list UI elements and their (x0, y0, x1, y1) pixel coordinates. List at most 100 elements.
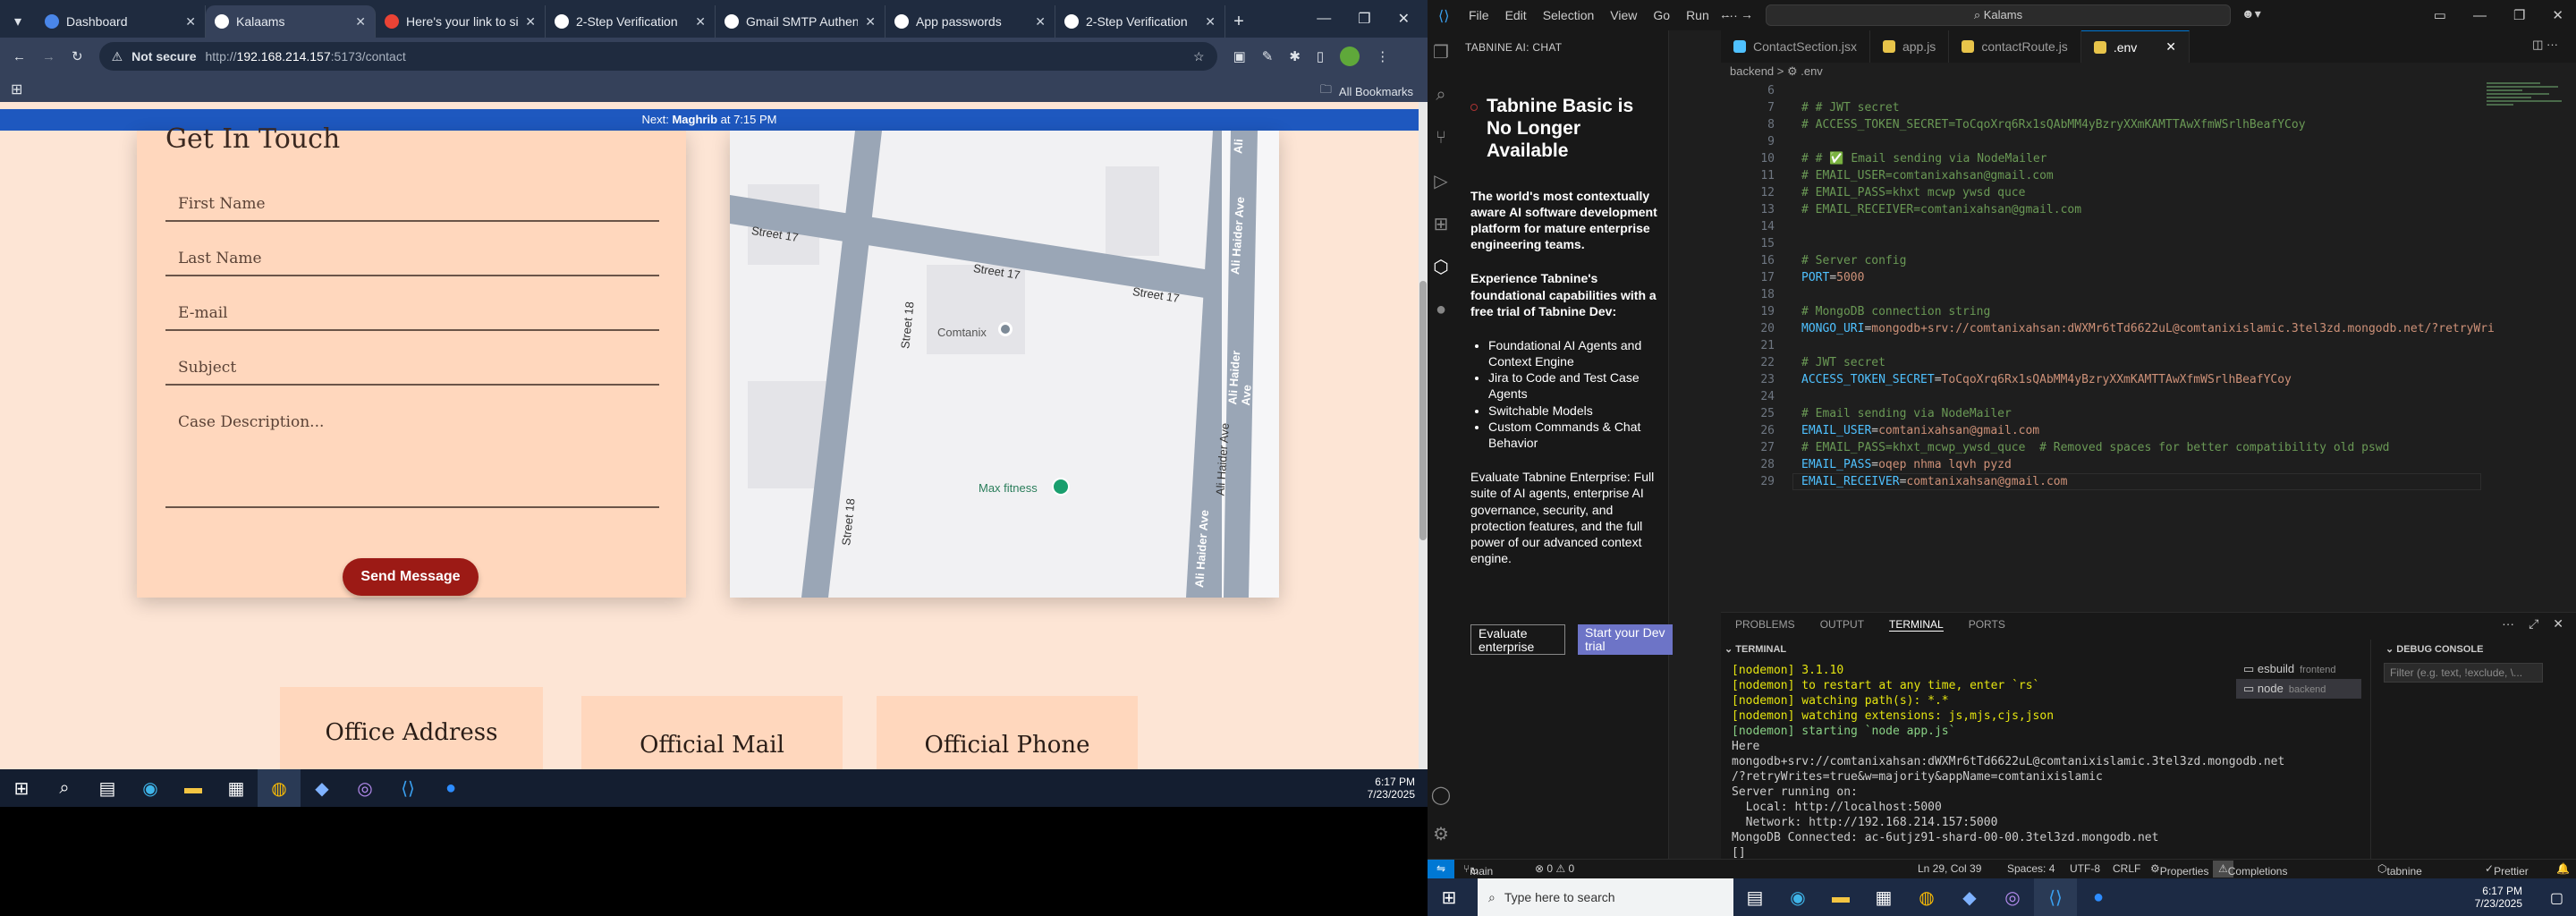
sidepanel-icon[interactable]: ▯ (1317, 48, 1324, 64)
panel-tab[interactable]: TERMINAL (1889, 618, 1944, 632)
minimize-icon[interactable]: — (2473, 8, 2487, 23)
menu-item[interactable]: Selection (1543, 8, 1595, 22)
nav-back-icon[interactable]: ← (1719, 7, 1732, 21)
properties-status[interactable]: ⚙ Properties (2150, 862, 2208, 878)
send-message-button[interactable]: Send Message (343, 558, 479, 596)
puzzle-icon[interactable]: ✱ (1289, 48, 1301, 64)
terminal-instance[interactable]: ▭ node backend (2236, 679, 2361, 699)
layout-icon[interactable]: ▭ (2434, 7, 2446, 23)
store-icon[interactable]: ▦ (1862, 878, 1905, 916)
taskbar-search-box[interactable]: ⌕ Type here to search (1478, 878, 1733, 916)
chrome-icon[interactable]: ◍ (258, 769, 301, 807)
github-icon[interactable]: ◎ (1991, 878, 2034, 916)
indentation[interactable]: Spaces: 4 (2007, 862, 2055, 875)
browser-tab[interactable]: 2-Step Verification ✕ (1055, 5, 1225, 38)
store-icon[interactable]: ▦ (215, 769, 258, 807)
back-arrow-icon[interactable]: ← (13, 49, 26, 64)
problems-status[interactable]: ⊗ 0 ⚠ 0 (1535, 862, 1574, 875)
windows-start-icon[interactable]: ⊞ (1428, 878, 1470, 916)
copilot-icon[interactable]: ☻▾ (2241, 6, 2261, 21)
kebab-menu-icon[interactable]: ⋮ (1376, 48, 1389, 64)
encoding[interactable]: UTF-8 (2070, 862, 2100, 875)
line-ending[interactable]: CRLF (2113, 862, 2140, 875)
command-center-search[interactable]: ⌕ Kalams (1766, 4, 2231, 26)
tabnine-icon[interactable]: ⬡ (1428, 245, 1454, 288)
start-dev-trial-button[interactable]: Start your Dev trial (1578, 624, 1673, 655)
edge-icon[interactable]: ◉ (1776, 878, 1819, 916)
prettier-status[interactable]: ✓ Prettier (2485, 862, 2529, 878)
notification-icon[interactable]: ▢ (2550, 889, 2563, 907)
run-debug-icon[interactable]: ▷ (1428, 159, 1454, 202)
pen-icon[interactable]: ✎ (1262, 48, 1274, 64)
browser-tab[interactable]: App passwords ✕ (886, 5, 1055, 38)
explorer-icon[interactable]: ▬ (172, 769, 215, 807)
forward-arrow-icon[interactable]: → (42, 49, 55, 64)
description-field[interactable]: Case Description... (165, 413, 659, 508)
zoom-icon[interactable]: ● (429, 769, 472, 807)
breadcrumb[interactable]: backend > ⚙ .env (1730, 64, 1823, 79)
extension-icon[interactable]: ▣ (1233, 48, 1246, 64)
edge-icon[interactable]: ◉ (129, 769, 172, 807)
browser-tab[interactable]: Dashboard ✕ (36, 5, 206, 38)
terminal-output[interactable]: [nodemon] 3.1.10 [nodemon] to restart at … (1732, 663, 2284, 861)
chrome-icon[interactable]: ◍ (1905, 878, 1948, 916)
url-text[interactable]: http://192.168.214.157:5173/contact (206, 49, 406, 64)
more-icon[interactable]: ··· (2502, 616, 2514, 632)
settings-gear-icon[interactable]: ⚙ (1428, 812, 1454, 855)
tab-close-icon[interactable]: ✕ (355, 14, 366, 30)
gym-pin-icon[interactable] (1052, 478, 1070, 496)
profile-avatar[interactable] (1340, 47, 1360, 66)
last-name-field[interactable]: Last Name (165, 250, 659, 276)
quota-status[interactable]: ⚠ Completions quota reached (2213, 861, 2287, 912)
browser-tab[interactable]: Here's your link to sig ✕ (376, 5, 546, 38)
debug-filter-input[interactable]: Filter (e.g. text, !exclude, \... (2384, 663, 2543, 683)
app-icon[interactable]: ◆ (301, 769, 343, 807)
close-icon[interactable]: ✕ (2552, 7, 2563, 23)
page-scrollbar[interactable] (1419, 102, 1428, 769)
apps-grid-icon[interactable]: ⊞ (11, 81, 22, 98)
nav-forward-icon[interactable]: → (1741, 7, 1753, 21)
bell-icon[interactable]: 🔔 (2556, 862, 2570, 875)
tabnine-status[interactable]: ⬡ tabnine basic (2377, 862, 2422, 890)
tab-close-icon[interactable]: ✕ (1205, 14, 1216, 30)
editor-tab[interactable]: .env ✕ (2080, 30, 2190, 63)
panel-tab[interactable]: PROBLEMS (1735, 618, 1795, 632)
maximize-panel-icon[interactable]: ⤢ (2529, 616, 2538, 632)
panel-tab[interactable]: PORTS (1969, 618, 2005, 632)
scrollbar-thumb[interactable] (1419, 281, 1427, 540)
omnibox[interactable]: ⚠ Not secure http://192.168.214.157:5173… (98, 42, 1217, 71)
code-editor[interactable]: 6 7 # # JWT secret 8 # ACCESS_TOKEN_SECRET=T… (1721, 82, 2495, 612)
branch-status[interactable]: ⑂ main ↻ (1463, 862, 1493, 878)
extensions-icon[interactable]: ⊞ (1428, 202, 1454, 245)
droplet-icon[interactable]: ● (1428, 288, 1454, 331)
explorer-icon[interactable]: ❐ (1428, 30, 1454, 73)
source-control-icon[interactable]: ⑂ (1428, 116, 1454, 159)
menu-item[interactable]: Edit (1505, 8, 1527, 22)
account-icon[interactable]: ◯ (1428, 773, 1454, 816)
terminal-section[interactable]: ⌄ TERMINAL [nodemon] 3.1.10 [nodemon] to … (1721, 640, 2284, 861)
menu-item[interactable]: File (1469, 8, 1489, 22)
split-editor-icon[interactable]: ◫ ··· (2532, 38, 2558, 52)
close-panel-icon[interactable]: ✕ (2553, 616, 2563, 632)
restore-icon[interactable]: ❐ (2513, 7, 2525, 23)
menu-item[interactable]: Run (1686, 8, 1709, 22)
minimize-icon[interactable]: — (1317, 11, 1331, 27)
menu-item[interactable]: Go (1653, 8, 1670, 22)
location-map[interactable]: Street 17 Street 17 Street 17 Street 18 … (730, 131, 1279, 598)
explorer-icon[interactable]: ▬ (1819, 878, 1862, 916)
tab-close-icon[interactable]: ✕ (525, 14, 536, 30)
all-bookmarks[interactable]: 🗀 All Bookmarks (1320, 81, 1413, 101)
right-clock[interactable]: 6:17 PM 7/23/2025 (2475, 878, 2522, 916)
panel-tab[interactable]: OUTPUT (1820, 618, 1864, 632)
map-pin-icon[interactable] (998, 322, 1013, 336)
maximize-icon[interactable]: ❐ (1358, 10, 1370, 28)
email-field[interactable]: E-mail (165, 304, 659, 331)
tab-close-icon[interactable]: ✕ (695, 14, 706, 30)
tab-close-icon[interactable]: ✕ (1035, 14, 1046, 30)
minimap[interactable] (2487, 82, 2563, 136)
vscode-icon[interactable]: ⟨⟩ (2034, 878, 2077, 916)
tab-close-icon[interactable]: ✕ (2165, 39, 2176, 55)
remote-icon[interactable]: ⇋ (1428, 860, 1454, 878)
task-view-icon[interactable]: ▤ (86, 769, 129, 807)
search-icon[interactable]: ⌕ (43, 769, 86, 807)
